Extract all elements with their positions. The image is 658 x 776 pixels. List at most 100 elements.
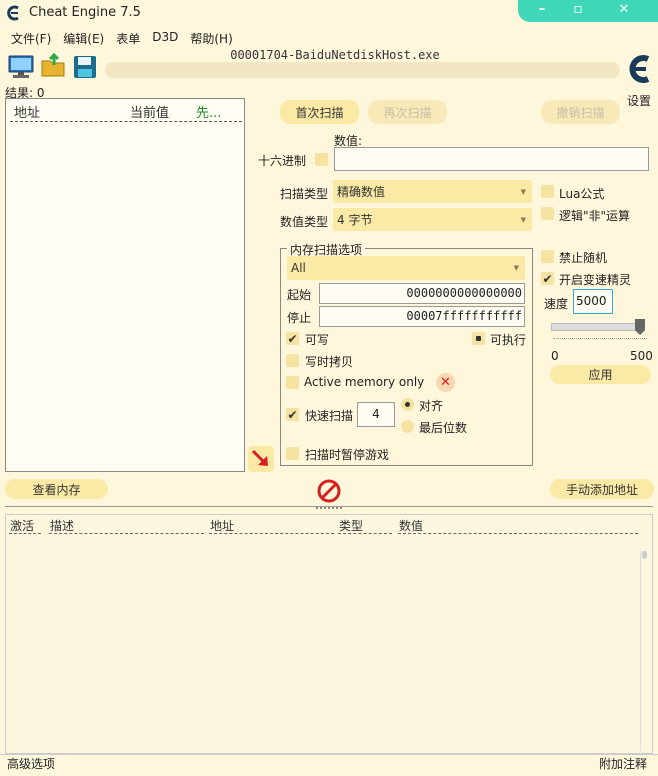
- clear-x-icon[interactable]: ✕: [436, 373, 455, 392]
- disable-random-checkbox[interactable]: [541, 250, 554, 263]
- disable-random-label: 禁止随机: [559, 251, 608, 265]
- add-address-manually-button[interactable]: 手动添加地址: [550, 479, 654, 499]
- chevron-down-icon: ▼: [520, 215, 526, 224]
- undo-scan-button[interactable]: 撤销扫描: [541, 100, 620, 124]
- memory-region-select[interactable]: All ▼: [287, 256, 525, 280]
- memory-region-value: All: [291, 261, 306, 275]
- active-memory-label: Active memory only: [304, 375, 425, 389]
- header-current-value[interactable]: 当前值: [130, 102, 169, 121]
- scan-type-value: 精确数值: [337, 185, 386, 199]
- speed-input[interactable]: 5000: [573, 289, 613, 314]
- header-address[interactable]: 地址: [14, 102, 40, 121]
- value-type-select[interactable]: 4 字节 ▼: [333, 208, 532, 231]
- footer-bar: [0, 754, 658, 776]
- floppy-disk-icon: [74, 56, 96, 78]
- menu-bar: 文件(F) 编辑(E) 表单 D3D 帮助(H): [4, 30, 233, 46]
- fast-scan-label: 快速扫描: [305, 409, 354, 423]
- cheat-table[interactable]: 激活 描述 地址 类型 数值: [5, 514, 653, 754]
- scan-type-select[interactable]: 精确数值 ▼: [333, 180, 532, 203]
- header-active[interactable]: 激活: [10, 517, 34, 534]
- splitter-grip: [316, 507, 342, 509]
- last-digits-radio[interactable]: [401, 420, 414, 433]
- writable-label: 可写: [305, 333, 330, 347]
- next-scan-button[interactable]: 再次扫描: [368, 100, 447, 124]
- last-digits-label: 最后位数: [419, 421, 468, 435]
- minimize-button[interactable]: –: [532, 2, 552, 17]
- view-memory-button[interactable]: 查看内存: [5, 479, 108, 499]
- header-value[interactable]: 数值: [399, 517, 423, 534]
- settings-label: 设置: [627, 94, 652, 108]
- start-label: 起始: [287, 288, 312, 302]
- open-process-button[interactable]: [7, 54, 35, 80]
- first-scan-button[interactable]: 首次扫描: [280, 100, 359, 124]
- menu-edit[interactable]: 编辑(E): [63, 30, 104, 46]
- fast-scan-input[interactable]: 4: [357, 402, 395, 427]
- header-underline: [209, 533, 334, 534]
- stop-label: 停止: [287, 311, 312, 325]
- computer-icon: [8, 55, 34, 78]
- slider-handle[interactable]: [635, 319, 645, 335]
- header-underline: [338, 533, 392, 534]
- maximize-button[interactable]: ▫: [568, 1, 588, 17]
- apply-button[interactable]: 应用: [550, 365, 651, 384]
- stop-address-input[interactable]: 00007fffffffffff: [319, 306, 525, 327]
- menu-file[interactable]: 文件(F): [11, 30, 51, 46]
- menu-help[interactable]: 帮助(H): [190, 30, 232, 46]
- speedhack-label: 开启变速精灵: [559, 273, 632, 287]
- header-underline: [9, 533, 41, 534]
- menu-table[interactable]: 表单: [116, 30, 140, 46]
- speed-slider[interactable]: [551, 319, 649, 335]
- executable-checkbox[interactable]: [472, 332, 485, 345]
- value-type-value: 4 字节: [337, 213, 373, 227]
- lua-formula-checkbox[interactable]: [541, 185, 554, 198]
- aligned-radio[interactable]: [401, 398, 414, 411]
- add-selected-arrow-button[interactable]: [248, 446, 274, 472]
- window-title: Cheat Engine 7.5: [29, 5, 141, 20]
- progress-bar: [105, 62, 620, 78]
- scan-type-label: 扫描类型: [280, 187, 329, 201]
- close-button[interactable]: ✕: [614, 2, 634, 17]
- address-list[interactable]: 地址 当前值 先...: [5, 98, 245, 472]
- copy-on-write-checkbox[interactable]: [286, 354, 299, 367]
- fast-scan-checkbox[interactable]: ✔: [286, 408, 299, 421]
- pause-game-checkbox[interactable]: [286, 447, 299, 460]
- settings-button[interactable]: 设置: [622, 50, 656, 108]
- window-controls: – ▫ ✕: [518, 0, 658, 22]
- scrollbar-thumb[interactable]: [642, 551, 647, 559]
- advanced-options-button[interactable]: 高级选项: [7, 755, 55, 772]
- header-previous[interactable]: 先...: [196, 102, 221, 121]
- pause-game-label: 扫描时暂停游戏: [305, 448, 390, 462]
- folder-open-icon: [41, 52, 65, 77]
- header-underline: [398, 533, 638, 534]
- writable-checkbox[interactable]: ✔: [286, 332, 299, 345]
- value-input[interactable]: [334, 147, 649, 171]
- logical-not-checkbox[interactable]: [541, 207, 554, 220]
- speedhack-checkbox[interactable]: ✔: [541, 272, 554, 285]
- vertical-scrollbar[interactable]: [640, 551, 647, 751]
- hex-label: 十六进制: [258, 154, 307, 168]
- header-divider: [10, 121, 242, 122]
- logical-not-label: 逻辑"非"运算: [559, 209, 631, 223]
- hex-checkbox[interactable]: [315, 153, 328, 166]
- value-type-label: 数值类型: [280, 215, 329, 229]
- ce-logo-icon: [629, 55, 650, 83]
- speed-label: 速度: [544, 297, 569, 311]
- stop-icon[interactable]: [316, 478, 342, 504]
- aligned-label: 对齐: [419, 399, 444, 413]
- menu-d3d[interactable]: D3D: [152, 30, 178, 46]
- table-comments-button[interactable]: 附加注释: [599, 755, 647, 772]
- chevron-down-icon: ▼: [520, 187, 526, 196]
- header-address[interactable]: 地址: [210, 517, 234, 534]
- header-description[interactable]: 描述: [50, 517, 74, 534]
- header-underline: [49, 533, 204, 534]
- slider-min-label: 0: [551, 349, 559, 363]
- open-file-button[interactable]: [40, 52, 68, 79]
- lua-formula-label: Lua公式: [559, 187, 605, 201]
- start-address-input[interactable]: 0000000000000000: [319, 283, 525, 304]
- save-button[interactable]: [72, 54, 98, 80]
- active-memory-checkbox[interactable]: [286, 376, 299, 389]
- header-type[interactable]: 类型: [339, 517, 363, 534]
- copy-on-write-label: 写时拷贝: [305, 355, 354, 369]
- slider-ticks: [553, 338, 647, 341]
- executable-label: 可执行: [490, 333, 527, 347]
